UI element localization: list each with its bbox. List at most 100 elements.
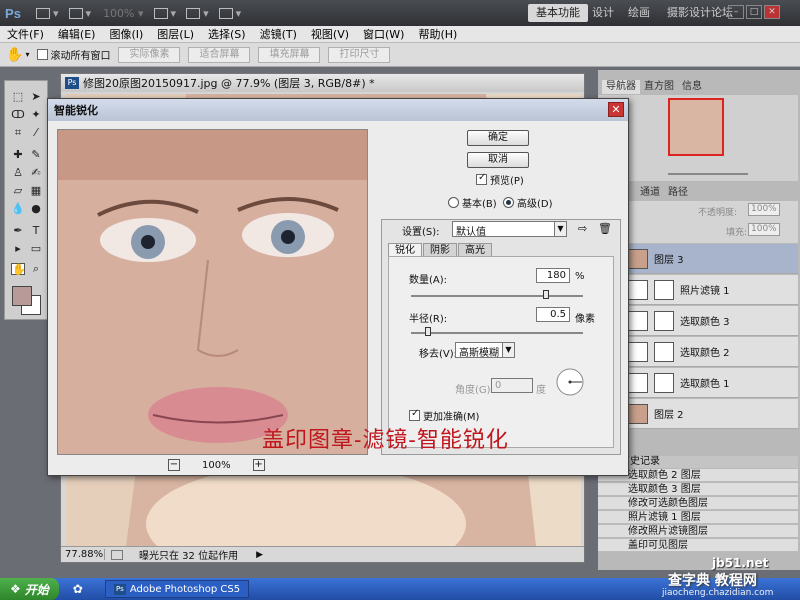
- quick-launch-icon[interactable]: ✿: [73, 582, 83, 596]
- tab-shadow[interactable]: 阴影: [423, 243, 457, 256]
- angle-input[interactable]: 0: [491, 378, 533, 393]
- minibridge-button[interactable]: ▾: [68, 7, 91, 20]
- zoom-out-button[interactable]: −: [168, 459, 180, 471]
- view-extras-button[interactable]: ▾: [153, 7, 176, 20]
- settings-dropdown[interactable]: 默认值 ▼: [452, 221, 567, 238]
- status-menu-icon[interactable]: [111, 549, 123, 560]
- history-item[interactable]: 选取颜色 3 图层: [598, 483, 798, 496]
- hand-tool-icon[interactable]: ✋: [6, 47, 23, 63]
- toolbox: ⬚ ➤ ↀ ✦ ⌗ ⁄ ✚ ✎ ♙ ✍ ▱ ▦ 💧 ● ✒ T ▸ ▭ ✋ ⌕: [4, 80, 48, 320]
- healing-brush-tool-icon[interactable]: ✚: [11, 149, 25, 161]
- menu-filter[interactable]: 滤镜(T): [253, 26, 304, 42]
- zoom-percent[interactable]: 77.88%: [61, 549, 105, 560]
- move-tool-icon[interactable]: ➤: [29, 91, 43, 103]
- more-accurate-checkbox[interactable]: 更加准确(M): [409, 408, 479, 423]
- radius-slider-thumb[interactable]: [425, 327, 431, 336]
- eraser-tool-icon[interactable]: ▱: [11, 185, 25, 197]
- tab-channels[interactable]: 通道: [636, 187, 664, 199]
- blur-tool-icon[interactable]: 💧: [11, 203, 25, 215]
- fit-screen-button[interactable]: 适合屏幕: [188, 46, 251, 63]
- tab-histogram[interactable]: 直方图: [640, 80, 678, 94]
- fill-screen-button[interactable]: 填充屏幕: [258, 46, 321, 63]
- menu-edit[interactable]: 编辑(E): [51, 26, 103, 42]
- marquee-tool-icon[interactable]: ⬚: [11, 91, 25, 103]
- remove-dropdown[interactable]: 高斯模糊 ▼: [455, 342, 515, 359]
- brush-tool-icon[interactable]: ✎: [29, 149, 43, 161]
- mode-basic-radio[interactable]: 基本(B): [448, 195, 497, 210]
- history-item[interactable]: 修改照片滤镜图层: [598, 525, 798, 538]
- scroll-all-windows-checkbox[interactable]: 滚动所有窗口: [37, 47, 110, 62]
- magic-wand-tool-icon[interactable]: ✦: [29, 109, 43, 121]
- menu-help[interactable]: 帮助(H): [411, 26, 464, 42]
- tab-navigator[interactable]: 导航器: [602, 80, 640, 94]
- zoom-tool-icon[interactable]: ⌕: [29, 263, 43, 275]
- start-button[interactable]: ❖ 开始: [0, 578, 59, 600]
- menu-view[interactable]: 视图(V): [304, 26, 356, 42]
- delete-settings-icon[interactable]: 🗑: [598, 222, 612, 235]
- mode-advanced-radio[interactable]: 高级(D): [503, 195, 553, 210]
- workspace-painting[interactable]: 绘画: [620, 4, 658, 22]
- dodge-tool-icon[interactable]: ●: [29, 203, 43, 215]
- status-arrow-icon[interactable]: ▶: [256, 550, 263, 560]
- lasso-tool-icon[interactable]: ↀ: [11, 109, 25, 121]
- history-item[interactable]: 盖印可见图层: [598, 539, 798, 552]
- navigator-tabs: 导航器 直方图 信息: [602, 80, 706, 94]
- cancel-button[interactable]: 取消: [467, 152, 529, 168]
- foreground-color-swatch[interactable]: [12, 286, 32, 306]
- clone-stamp-tool-icon[interactable]: ♙: [11, 167, 25, 179]
- shape-tool-icon[interactable]: ▭: [29, 243, 43, 255]
- tab-info[interactable]: 信息: [678, 80, 706, 94]
- actual-pixels-button[interactable]: 实际像素: [118, 46, 181, 63]
- hand-tool-icon[interactable]: ✋: [11, 263, 26, 276]
- preview-zoom-controls: − 100% +: [168, 459, 265, 471]
- history-item[interactable]: 照片滤镜 1 图层: [598, 511, 798, 524]
- gradient-tool-icon[interactable]: ▦: [29, 185, 43, 197]
- radius-slider-track[interactable]: [411, 332, 583, 334]
- print-size-button[interactable]: 打印尺寸: [328, 46, 391, 63]
- radius-input[interactable]: 0.5: [536, 307, 570, 322]
- fill-input[interactable]: 100%: [748, 223, 780, 236]
- amount-input[interactable]: 180: [536, 268, 570, 283]
- navigator-zoom-slider[interactable]: [668, 173, 748, 175]
- close-icon[interactable]: ✕: [764, 5, 780, 19]
- opacity-input[interactable]: 100%: [748, 203, 780, 216]
- workspace-design[interactable]: 设计: [584, 4, 622, 22]
- chevron-down-icon: ▼: [554, 222, 566, 236]
- angle-dial[interactable]: [555, 367, 585, 397]
- preview-zoom-level: 100%: [202, 459, 231, 471]
- minimize-icon[interactable]: –: [728, 5, 744, 19]
- taskbar-photoshop[interactable]: Ps Adobe Photoshop CS5: [104, 580, 250, 598]
- workspace-essentials[interactable]: 基本功能: [528, 4, 588, 22]
- type-tool-icon[interactable]: T: [29, 225, 43, 237]
- screen-mode-button[interactable]: ▾: [218, 7, 241, 20]
- menu-window[interactable]: 窗口(W): [356, 26, 411, 42]
- history-brush-tool-icon[interactable]: ✍: [29, 167, 43, 179]
- history-item[interactable]: 修改可选颜色图层: [598, 497, 798, 510]
- amount-slider-thumb[interactable]: [543, 290, 549, 299]
- arrange-documents-button[interactable]: ▾: [186, 7, 209, 20]
- preview-checkbox[interactable]: 预览(P): [476, 172, 524, 187]
- amount-slider-track[interactable]: [411, 295, 583, 297]
- chevron-down-icon[interactable]: ▾: [25, 50, 29, 59]
- menu-file[interactable]: 文件(F): [0, 26, 51, 42]
- zoom-level-dropdown[interactable]: 100% ▾: [103, 7, 143, 20]
- preview-image[interactable]: [57, 129, 368, 455]
- menu-image[interactable]: 图像(I): [102, 26, 150, 42]
- tab-paths[interactable]: 路径: [664, 187, 692, 199]
- bridge-button[interactable]: ▾: [36, 7, 59, 20]
- navigator-thumbnail[interactable]: [668, 98, 724, 156]
- tab-highlight[interactable]: 高光: [458, 243, 492, 256]
- menu-layer[interactable]: 图层(L): [150, 26, 201, 42]
- path-selection-tool-icon[interactable]: ▸: [11, 243, 25, 255]
- close-icon[interactable]: ✕: [608, 102, 624, 117]
- menu-select[interactable]: 选择(S): [201, 26, 253, 42]
- eyedropper-tool-icon[interactable]: ⁄: [29, 127, 43, 139]
- layer-mask: [654, 310, 674, 331]
- pen-tool-icon[interactable]: ✒: [11, 225, 25, 237]
- tab-sharpen[interactable]: 锐化: [388, 243, 422, 256]
- ok-button[interactable]: 确定: [467, 130, 529, 146]
- save-settings-icon[interactable]: ⇨: [578, 222, 587, 235]
- crop-tool-icon[interactable]: ⌗: [11, 127, 25, 139]
- zoom-in-button[interactable]: +: [252, 459, 265, 471]
- restore-icon[interactable]: □: [746, 5, 762, 19]
